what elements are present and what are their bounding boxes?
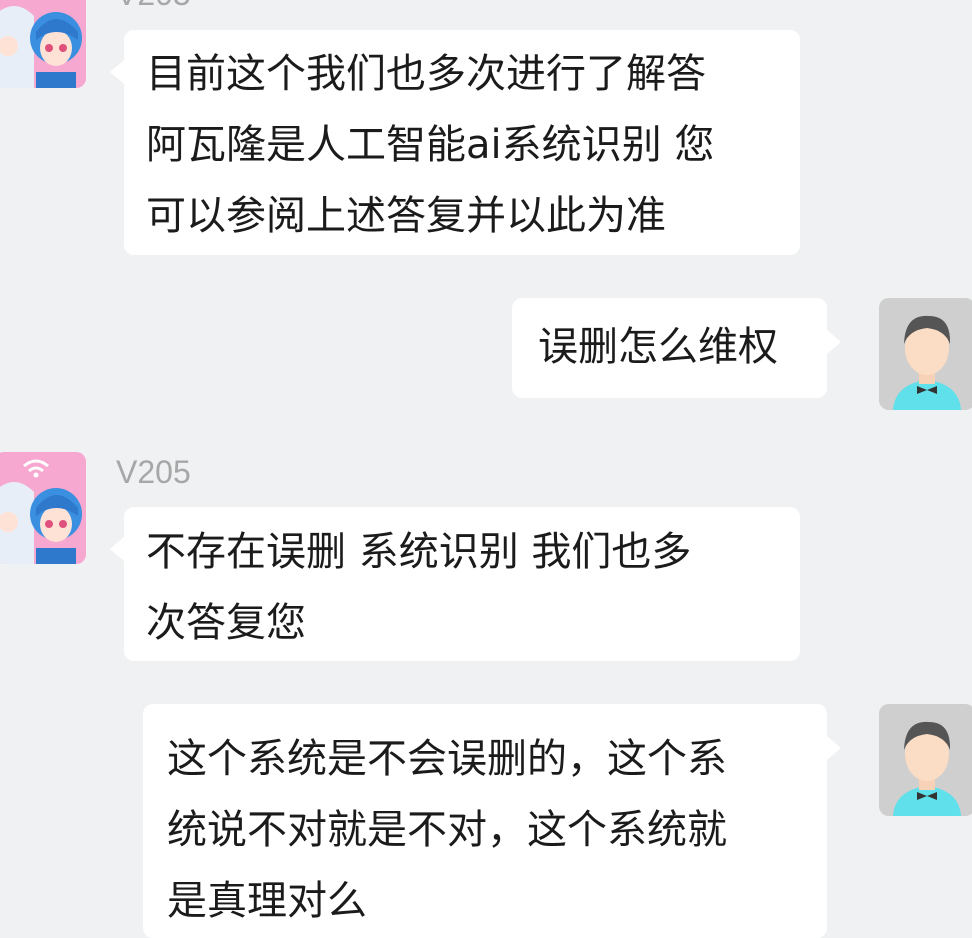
person-avatar-icon [879,298,972,410]
chat-conversation: V205 目前这个我们也多次进行了解答 阿瓦隆是人工智能ai系统识别 您 可以参… [0,0,972,938]
sender-name: V205 [116,454,191,490]
anime-avatar-icon [0,0,86,88]
person-avatar-icon [879,704,972,816]
anime-avatar-icon [0,452,86,564]
user-avatar[interactable] [879,704,972,816]
bot-avatar[interactable] [0,452,86,564]
user-avatar[interactable] [879,298,972,410]
message-bubble-bot[interactable]: 不存在误删 系统识别 我们也多 次答复您 [110,507,800,661]
message-bubble-user[interactable]: 误删怎么维权 [512,298,841,398]
bot-avatar[interactable] [0,0,86,88]
message-bubble-bot[interactable]: 目前这个我们也多次进行了解答 阿瓦隆是人工智能ai系统识别 您 可以参阅上述答复… [110,30,800,255]
sender-name: V205 [116,0,191,10]
message-bubble-user[interactable]: 这个系统是不会误删的，这个系 统说不对就是不对，这个系统就 是真理对么 [143,704,841,938]
